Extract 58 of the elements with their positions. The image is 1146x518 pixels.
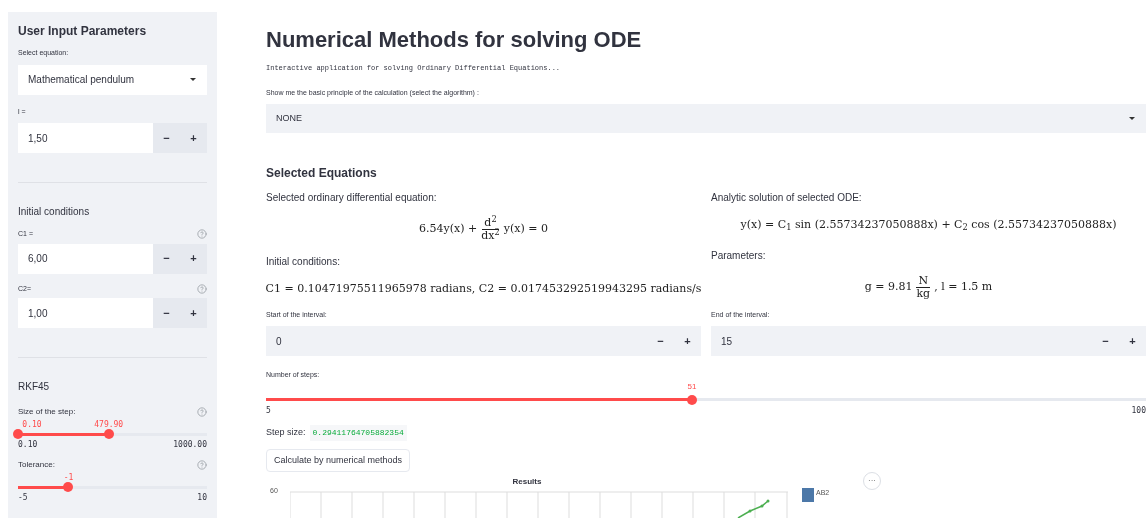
- slider-thumb[interactable]: [63, 482, 74, 492]
- page-title: Numerical Methods for solving ODE: [266, 26, 643, 54]
- math-formula: , l = 1.5 m: [934, 278, 993, 295]
- number-field[interactable]: 6,00: [18, 243, 153, 274]
- slider-min: 5: [266, 404, 271, 417]
- legend-swatch: [802, 488, 814, 502]
- increment-button[interactable]: +: [1119, 326, 1146, 356]
- slider-max: 1000.00: [173, 439, 207, 451]
- slider-max: 10: [197, 492, 207, 504]
- decrement-button[interactable]: −: [1092, 326, 1119, 356]
- math-formula: y(x) = C$_{1}$ sin (2.55734237050888x) + C$_{2}$ cos (2.55734237050888x): [740, 217, 1117, 234]
- slider-min: 0.10: [18, 439, 38, 451]
- caret-icon: [189, 77, 197, 82]
- slider-min: -5: [18, 492, 28, 504]
- slider-value: 0.10: [22, 419, 42, 431]
- number-field[interactable]: 1,50: [18, 123, 153, 153]
- decrement-button[interactable]: −: [647, 326, 674, 356]
- number-field[interactable]: 1,00: [18, 298, 153, 328]
- equation-label: Parameters:: [711, 248, 767, 263]
- increment-button[interactable]: +: [674, 326, 701, 356]
- caret-icon: [1128, 116, 1136, 121]
- fraction-numerator: d$^{2}$: [482, 217, 499, 230]
- increment-button[interactable]: +: [180, 123, 207, 153]
- equation-label: Initial conditions:: [266, 255, 341, 269]
- math-formula: g = 9.81: [864, 278, 913, 295]
- sidebar-title: User Input Parameters: [18, 23, 148, 40]
- slider-max: 100: [1131, 404, 1146, 417]
- math-formula: 6.54y(x) +: [419, 221, 478, 238]
- fraction-numerator: N: [916, 274, 931, 288]
- slider-label: Size of the step:: [18, 406, 76, 418]
- slider-value: 51: [687, 382, 697, 391]
- calculate-button[interactable]: Calculate by numerical methods: [266, 448, 411, 472]
- number-field[interactable]: 15: [711, 326, 1092, 356]
- equation-label: Selected ordinary differential equation:: [266, 191, 438, 205]
- section-heading: RKF45: [18, 380, 51, 394]
- increment-button[interactable]: +: [180, 243, 207, 274]
- slider-thumb[interactable]: [13, 429, 23, 439]
- number-field[interactable]: 0: [266, 326, 647, 356]
- section-heading: Initial conditions: [18, 205, 91, 219]
- decrement-button[interactable]: −: [153, 243, 180, 274]
- math-formula: C1 = 0.10471975511965978 radians, C2 = 0.017453292519943295 radians/s: [265, 281, 702, 297]
- algorithm-select[interactable]: NONE: [266, 104, 1146, 133]
- decrement-button[interactable]: −: [153, 123, 180, 153]
- decrement-button[interactable]: −: [153, 298, 180, 328]
- equation-label: Analytic solution of selected ODE:: [711, 191, 863, 205]
- slider-value: -1: [63, 472, 74, 484]
- section-title: Selected Equations: [266, 165, 378, 182]
- increment-button[interactable]: +: [180, 298, 207, 328]
- slider-thumb[interactable]: [686, 394, 697, 405]
- equation-select[interactable]: Mathematical pendulum: [18, 64, 207, 95]
- slider-label: Tolerance:: [18, 459, 55, 471]
- fraction-denominator: kg: [916, 287, 931, 300]
- slider-value: 479.90: [94, 419, 124, 431]
- slider-thumb[interactable]: [103, 429, 114, 439]
- chart-title: Results: [512, 476, 542, 488]
- math-formula: y(x) = 0: [503, 221, 548, 238]
- step-size-value: 0.29411764705882354: [309, 424, 407, 441]
- step-size-label: Step size:: [266, 425, 306, 439]
